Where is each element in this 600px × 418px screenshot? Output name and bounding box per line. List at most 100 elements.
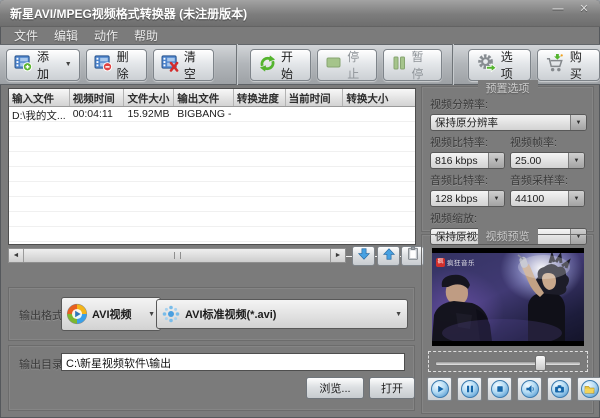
column-header-current-time[interactable]: 当前时间	[286, 89, 344, 106]
film-clear-icon	[161, 54, 180, 75]
start-button-label: 开始	[281, 48, 303, 82]
move-up-button[interactable]	[377, 246, 400, 266]
file-list-header: 输入文件 视频时间 文件大小 输出文件 转换进度 当前时间 转换大小	[9, 89, 415, 107]
channel-watermark: 疯 疯狂音乐	[436, 257, 475, 267]
arrow-down-icon	[357, 247, 371, 266]
framerate-label: 视频帧率:	[510, 134, 585, 150]
menu-action[interactable]: 动作	[86, 27, 126, 44]
buy-button[interactable]: 购买	[537, 49, 600, 81]
open-button[interactable]: 打开	[369, 377, 415, 399]
column-header-input-file[interactable]: 输入文件	[9, 89, 70, 106]
play-icon	[431, 380, 449, 398]
format-profile-value: AVI标准视频(*.avi)	[181, 306, 393, 322]
menu-file[interactable]: 文件	[6, 27, 46, 44]
mute-button[interactable]	[517, 377, 542, 401]
media-player-icon	[66, 303, 88, 325]
format-profile-dropdown[interactable]: AVI标准视频(*.avi) ▼	[156, 299, 408, 329]
pause-button[interactable]: 暂停	[383, 49, 441, 81]
output-directory-label: 输出目录:	[19, 356, 66, 372]
options-button[interactable]: 选项	[468, 49, 531, 81]
snapshot-button[interactable]	[547, 377, 572, 401]
scrollbar-thumb[interactable]	[24, 249, 330, 262]
horizontal-scrollbar[interactable]: ◄ ►	[8, 248, 346, 263]
app-window: 新星AVI/MPEG视频格式转换器 (未注册版本) — ✕ 文件 编辑 动作 帮…	[0, 0, 600, 418]
format-category-dropdown[interactable]: AVI视频 ▼	[61, 297, 161, 331]
options-button-label: 选项	[501, 48, 523, 82]
start-refresh-icon	[258, 54, 277, 76]
start-button[interactable]: 开始	[250, 49, 311, 81]
menu-bar: 文件 编辑 动作 帮助	[0, 26, 600, 44]
empty-row	[9, 122, 415, 137]
column-header-converted-size[interactable]: 转换大小	[343, 89, 415, 106]
window-title: 新星AVI/MPEG视频格式转换器 (未注册版本)	[10, 5, 247, 22]
output-directory-input[interactable]: C:\新星视频软件\输出	[61, 353, 405, 371]
avi-profile-icon	[161, 304, 181, 324]
clear-button-label: 清空	[184, 48, 206, 82]
menu-edit[interactable]: 编辑	[46, 27, 86, 44]
menu-help[interactable]: 帮助	[126, 27, 166, 44]
arrow-up-icon	[382, 247, 396, 266]
dropdown-arrow-icon[interactable]: ▼	[488, 153, 504, 168]
pause-playback-button[interactable]	[457, 377, 482, 401]
cell-progress	[234, 107, 286, 121]
film-remove-icon	[94, 54, 113, 75]
stop-playback-button[interactable]	[487, 377, 512, 401]
video-preview[interactable]: 疯 疯狂音乐	[432, 248, 584, 346]
audio-bitrate-dropdown[interactable]: 128 kbps ▼	[430, 190, 505, 207]
table-row[interactable]: D:\我的文... 00:04:11 15.92MB BIGBANG - ...	[9, 107, 415, 122]
framerate-value: 25.00	[511, 155, 568, 167]
pause-button-label: 暂停	[411, 48, 433, 82]
column-header-progress[interactable]: 转换进度	[234, 89, 286, 106]
add-button[interactable]: 添加 ▼	[6, 49, 80, 81]
dropdown-arrow-icon[interactable]: ▼	[568, 153, 584, 168]
play-button[interactable]	[427, 377, 452, 401]
title-bar[interactable]: 新星AVI/MPEG视频格式转换器 (未注册版本) — ✕	[0, 0, 600, 27]
video-preview-title: 视频预览	[478, 228, 538, 244]
empty-row	[9, 212, 415, 227]
samplerate-dropdown[interactable]: 44100 ▼	[510, 190, 585, 207]
scroll-right-icon[interactable]: ►	[330, 249, 345, 262]
seek-slider-thumb[interactable]	[535, 355, 546, 371]
dropdown-arrow-icon[interactable]: ▼	[488, 191, 504, 206]
cell-converted-size	[343, 107, 415, 121]
video-resolution-label: 视频分辨率:	[430, 96, 585, 112]
framerate-dropdown[interactable]: 25.00 ▼	[510, 152, 585, 169]
remove-button[interactable]: 删除	[86, 49, 147, 81]
scroll-left-icon[interactable]: ◄	[9, 249, 24, 262]
options-gear-icon	[476, 53, 497, 76]
seek-slider-track[interactable]	[435, 361, 581, 366]
audio-bitrate-label: 音频比特率:	[430, 172, 505, 188]
video-bitrate-dropdown[interactable]: 816 kbps ▼	[430, 152, 505, 169]
file-list-table[interactable]: 输入文件 视频时间 文件大小 输出文件 转换进度 当前时间 转换大小 D:\我的…	[8, 88, 416, 245]
seek-slider-box	[428, 351, 588, 372]
add-dropdown-caret-icon[interactable]: ▼	[65, 61, 72, 68]
close-button[interactable]: ✕	[576, 3, 592, 17]
empty-row	[9, 227, 415, 242]
audio-bitrate-value: 128 kbps	[431, 193, 488, 205]
cell-video-time: 00:04:11	[70, 107, 125, 121]
remove-button-label: 删除	[117, 48, 139, 82]
move-down-button[interactable]	[352, 246, 375, 266]
samplerate-value: 44100	[511, 193, 568, 205]
speaker-icon	[521, 380, 539, 398]
video-preview-group: 视频预览	[421, 234, 594, 414]
column-header-output-file[interactable]: 输出文件	[174, 89, 234, 106]
empty-row	[9, 167, 415, 182]
empty-row	[9, 182, 415, 197]
stop-button[interactable]: 停止	[317, 49, 377, 81]
video-scale-label: 视频缩放:	[430, 210, 585, 226]
toolbar-separator	[452, 44, 454, 85]
clear-button[interactable]: 清空	[153, 49, 214, 81]
cell-input-file: D:\我的文...	[9, 107, 70, 121]
pause-playback-icon	[461, 380, 479, 398]
browse-button[interactable]: 浏览...	[306, 377, 364, 399]
open-folder-button[interactable]	[577, 377, 600, 401]
minimize-button[interactable]: —	[550, 3, 566, 17]
preset-options-group: 预置选项 视频分辨率: 保持原分辨率 ▼ 视频比特率: 816 kbps ▼ 视…	[421, 86, 594, 232]
dropdown-arrow-icon[interactable]: ▼	[570, 115, 586, 130]
column-header-video-time[interactable]: 视频时间	[70, 89, 125, 106]
column-header-file-size[interactable]: 文件大小	[124, 89, 174, 106]
dropdown-arrow-icon[interactable]: ▼	[568, 191, 584, 206]
category-caret-icon: ▼	[148, 311, 155, 318]
video-resolution-dropdown[interactable]: 保持原分辨率 ▼	[430, 114, 587, 131]
